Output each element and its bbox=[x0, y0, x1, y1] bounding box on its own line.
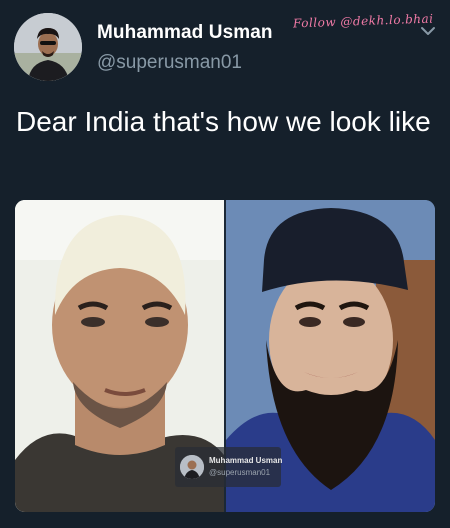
tweet-media[interactable]: Muhammad Usman @superusman01 bbox=[15, 200, 435, 512]
chevron-down-icon[interactable] bbox=[420, 24, 436, 36]
badge-avatar bbox=[180, 455, 204, 479]
author-name[interactable]: Muhammad Usman bbox=[97, 22, 273, 44]
watermark-text: Follow @dekh.lo.bhai bbox=[292, 11, 434, 31]
media-profile-badge: Muhammad Usman @superusman01 bbox=[175, 447, 283, 487]
tweet-text: Dear India that's how we look like bbox=[16, 106, 431, 137]
badge-author-handle: @superusman01 bbox=[209, 468, 271, 477]
author-handle[interactable]: @superusman01 bbox=[97, 52, 242, 74]
avatar[interactable] bbox=[14, 13, 82, 81]
badge-author-name: Muhammad Usman bbox=[209, 456, 283, 465]
